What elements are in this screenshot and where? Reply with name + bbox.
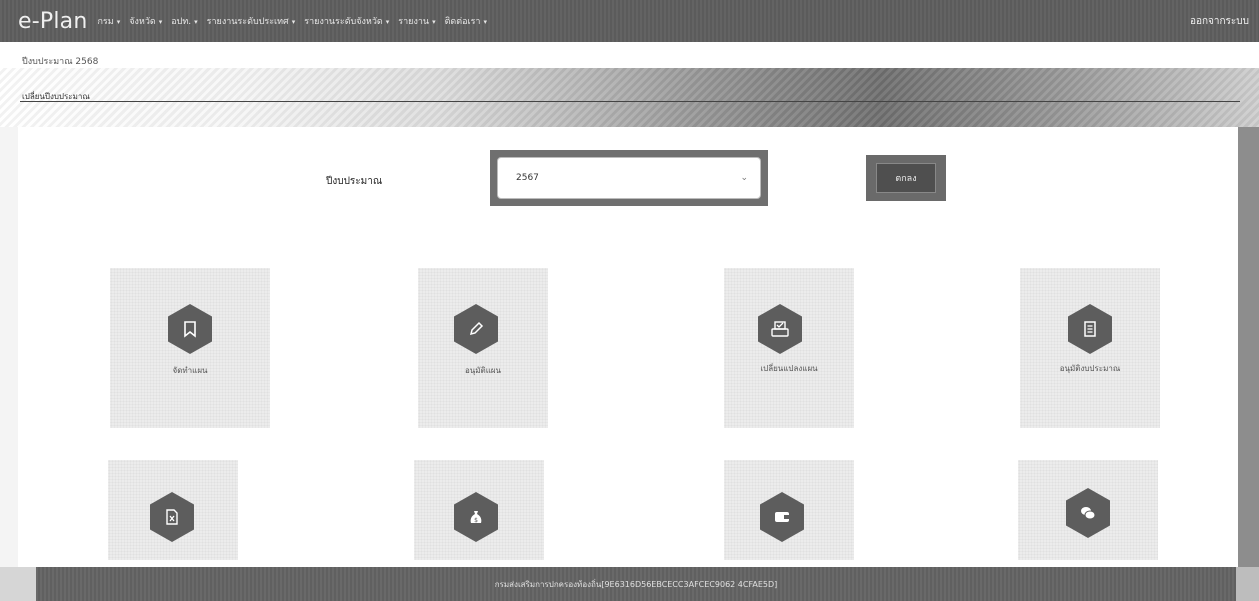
coins-icon [1066,488,1110,538]
banner-top-strip [0,42,1259,68]
tile-label: อนุมัติงบประมาณ [1059,364,1121,373]
svg-text:$: $ [474,517,478,524]
menu-item-national-report[interactable]: รายงานระดับประเทศ ▾ [207,14,296,28]
money-bag-icon: $ [454,492,498,542]
footer-edge-left [0,567,36,601]
fiscal-year-select[interactable]: 2567 ⌄ [497,157,761,199]
tile-create-plan[interactable]: จัดทำแผน [110,268,270,428]
chevron-down-icon: ▾ [385,18,390,26]
menu-item-local-admin[interactable]: อปท. ▾ [171,14,197,28]
chevron-down-icon: ⌄ [740,173,748,183]
footer: กรมส่งเสริมการปกครองท้องถิ่น[9E6316D56EB… [36,567,1236,601]
menu-item-label: รายงาน [398,17,430,27]
logout-link[interactable]: ออกจากระบบ [1190,14,1249,29]
select-value: 2567 [516,173,539,183]
tile-excel-report[interactable] [108,460,238,560]
chevron-down-icon: ▾ [116,18,121,26]
tile-budget-money[interactable]: $ [414,460,544,560]
footer-text: กรมส่งเสริมการปกครองท้องถิ่น[9E6316D56EB… [494,579,778,589]
chevron-down-icon: ▾ [291,18,296,26]
menu-item-province-report[interactable]: รายงานระดับจังหวัด ▾ [304,14,389,28]
tile-change-plan[interactable]: เปลี่ยนแปลงแผน [724,268,854,428]
top-navbar: e-Plan กรม ▾ จังหวัด ▾ อปท. ▾ รายงานระดับปร… [0,0,1259,42]
excel-file-icon [150,492,194,542]
tile-wallet[interactable] [724,460,854,560]
tile-label: จัดทำแผน [172,366,208,375]
tile-label: เปลี่ยนแปลงแผน [760,364,818,373]
tile-label: อนุมัติแผน [464,366,502,375]
chevron-down-icon: ▾ [483,18,487,26]
fiscal-year-select-highlight: 2567 ⌄ [490,150,768,206]
header-banner: ปีงบประมาณ 2568 เปลี่ยนปีงบประมาณ [0,42,1259,127]
fiscal-year-form-label: ปีงบประมาณ [326,176,383,187]
panel-edge [1238,127,1259,567]
menu-item-label: รายงานระดับประเทศ [206,17,289,27]
bookmark-icon [168,304,212,354]
tile-coins[interactable] [1018,460,1158,560]
main-menu: กรม ▾ จังหวัด ▾ อปท. ▾ รายงานระดับประเทศ ▾ ร… [97,14,496,28]
menu-item-contact[interactable]: ติดต่อเรา ▾ [445,14,487,28]
wallet-icon [760,492,804,542]
menu-item-label: รายงานระดับจังหวัด [304,17,383,27]
ok-button-highlight: ตกลง [866,155,946,201]
divider [20,101,1240,102]
printer-check-icon [758,304,802,354]
ok-button[interactable]: ตกลง [876,163,936,193]
pencil-icon [454,304,498,354]
menu-item-label: อปท. [171,17,192,27]
tile-approve-plan[interactable]: อนุมัติแผน [418,268,548,428]
menu-item-label: ติดต่อเรา [444,17,481,27]
tile-approve-budget[interactable]: อนุมัติงบประมาณ [1020,268,1160,428]
footer-edge-right [1236,567,1259,601]
chevron-down-icon: ▾ [432,18,436,26]
menu-item-report[interactable]: รายงาน ▾ [398,14,435,28]
fiscal-year-label: ปีงบประมาณ 2568 [22,57,99,67]
menu-item-department[interactable]: กรม ▾ [97,14,120,28]
document-icon [1068,304,1112,354]
menu-item-label: จังหวัด [129,17,156,27]
brand-logo[interactable]: e-Plan [18,9,87,34]
menu-item-province[interactable]: จังหวัด ▾ [129,14,162,28]
chevron-down-icon: ▾ [194,18,198,26]
menu-item-label: กรม [97,17,114,27]
chevron-down-icon: ▾ [158,18,163,26]
